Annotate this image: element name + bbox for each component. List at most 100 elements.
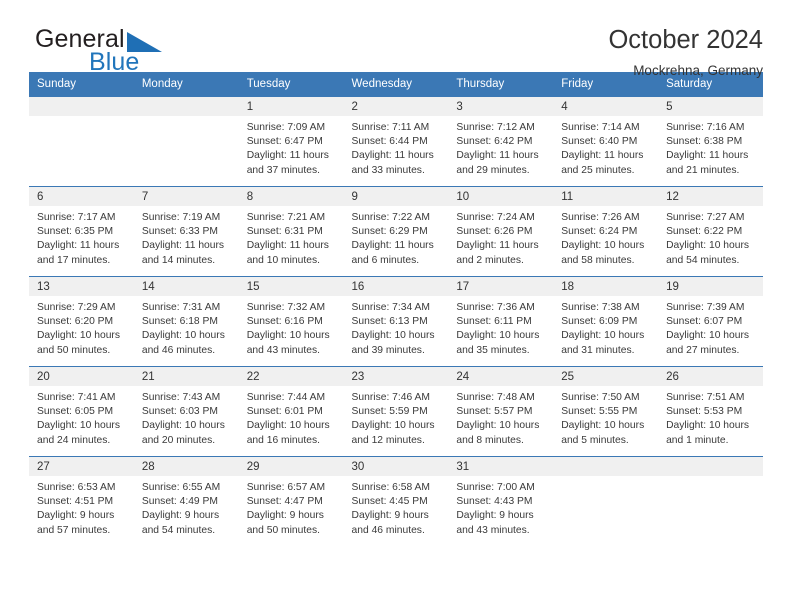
day-number: 16 xyxy=(343,277,449,296)
calendar-day-cell[interactable]: 29 Sunrise: 6:57 AM Sunset: 4:47 PM Dayligh… xyxy=(238,456,344,547)
generalblue-logo: General Blue xyxy=(29,24,209,76)
calendar-day-cell[interactable]: 9 Sunrise: 7:22 AM Sunset: 6:29 PM Daylight… xyxy=(343,186,449,277)
daylight-duration-line2: and 37 minutes. xyxy=(246,164,320,176)
sunrise-time: Sunrise: 7:19 AM xyxy=(141,212,221,223)
calendar-day-cell[interactable]: 10 Sunrise: 7:24 AM Sunset: 6:26 PM Dayligh… xyxy=(448,186,554,277)
sunset-time: Sunset: 4:47 PM xyxy=(246,496,323,508)
day-number: 17 xyxy=(448,277,554,296)
daylight-duration-line1: Daylight: 10 hours xyxy=(561,330,645,342)
calendar-day-cell[interactable]: 13 Sunrise: 7:29 AM Sunset: 6:20 PM Dayligh… xyxy=(29,276,134,367)
daylight-duration-line2: and 57 minutes. xyxy=(37,524,111,536)
calendar-day-cell[interactable]: 2 Sunrise: 7:11 AM Sunset: 6:44 PM Daylight… xyxy=(343,96,449,187)
calendar-day-cell[interactable]: 27 Sunrise: 6:53 AM Sunset: 4:51 PM Dayligh… xyxy=(29,456,134,547)
sunrise-time: Sunrise: 7:48 AM xyxy=(456,392,535,403)
sunrise-time: Sunrise: 7:41 AM xyxy=(37,392,116,403)
calendar-day-cell[interactable]: 3 Sunrise: 7:12 AM Sunset: 6:42 PM Daylight… xyxy=(448,96,554,187)
calendar-day-cell[interactable]: 23 Sunrise: 7:46 AM Sunset: 5:59 PM Dayligh… xyxy=(343,366,449,457)
calendar-day-cell[interactable]: 31 Sunrise: 7:00 AM Sunset: 4:43 PM Dayligh… xyxy=(448,456,554,547)
sunrise-time: Sunrise: 7:31 AM xyxy=(141,302,221,313)
calendar-day-cell[interactable]: 5 Sunrise: 7:16 AM Sunset: 6:38 PM Daylight… xyxy=(658,96,763,187)
calendar-day-cell[interactable]: 7 Sunrise: 7:19 AM Sunset: 6:33 PM Daylight… xyxy=(133,186,239,277)
daylight-duration-line2: and 29 minutes. xyxy=(456,164,530,176)
calendar-day-cell[interactable]: 14 Sunrise: 7:31 AM Sunset: 6:18 PM Dayligh… xyxy=(133,276,239,367)
day-details: Sunrise: 7:38 AM Sunset: 6:09 PM Daylight:… xyxy=(553,296,658,358)
daylight-duration-line2: and 17 minutes. xyxy=(37,254,111,266)
day-details: Sunrise: 7:36 AM Sunset: 6:11 PM Daylight:… xyxy=(448,296,553,358)
day-number: 7 xyxy=(133,187,239,206)
daylight-duration-line2: and 1 minute. xyxy=(666,434,729,446)
calendar-day-cell[interactable]: 24 Sunrise: 7:48 AM Sunset: 5:57 PM Dayligh… xyxy=(448,366,554,457)
daylight-duration-line1: Daylight: 10 hours xyxy=(666,420,750,432)
day-number xyxy=(133,97,239,116)
daylight-duration-line2: and 25 minutes. xyxy=(561,164,635,176)
day-number xyxy=(658,457,763,476)
calendar-day-cell[interactable]: 19 Sunrise: 7:39 AM Sunset: 6:07 PM Dayligh… xyxy=(658,276,763,367)
sunset-time: Sunset: 6:40 PM xyxy=(561,136,638,148)
day-details: Sunrise: 7:16 AM Sunset: 6:38 PM Daylight:… xyxy=(658,116,763,178)
day-details: Sunrise: 7:19 AM Sunset: 6:33 PM Daylight:… xyxy=(134,206,239,268)
day-details: Sunrise: 7:24 AM Sunset: 6:26 PM Daylight:… xyxy=(448,206,553,268)
day-details: Sunrise: 7:43 AM Sunset: 6:03 PM Daylight:… xyxy=(134,386,239,448)
sunrise-time: Sunrise: 6:55 AM xyxy=(141,482,221,493)
daylight-duration-line1: Daylight: 9 hours xyxy=(141,510,220,522)
sunrise-time: Sunrise: 7:22 AM xyxy=(351,212,430,223)
day-details: Sunrise: 7:22 AM Sunset: 6:29 PM Daylight:… xyxy=(344,206,449,268)
calendar-day-cell[interactable]: 6 Sunrise: 7:17 AM Sunset: 6:35 PM Daylight… xyxy=(29,186,134,277)
sunset-time: Sunset: 6:16 PM xyxy=(246,316,323,328)
calendar-day-cell[interactable]: 18 Sunrise: 7:38 AM Sunset: 6:09 PM Dayligh… xyxy=(553,276,659,367)
daylight-duration-line2: and 54 minutes. xyxy=(141,524,216,536)
daylight-duration-line1: Daylight: 9 hours xyxy=(37,510,115,522)
calendar-day-cell[interactable]: 22 Sunrise: 7:44 AM Sunset: 6:01 PM Dayligh… xyxy=(238,366,344,457)
calendar-day-cell[interactable]: 8 Sunrise: 7:21 AM Sunset: 6:31 PM Daylight… xyxy=(238,186,344,277)
sunrise-time: Sunrise: 7:17 AM xyxy=(37,212,116,223)
day-number: 13 xyxy=(29,277,134,296)
daylight-duration-line2: and 10 minutes. xyxy=(246,254,320,266)
sunrise-time: Sunrise: 7:51 AM xyxy=(666,392,745,403)
calendar-day-cell[interactable]: 15 Sunrise: 7:32 AM Sunset: 6:16 PM Dayligh… xyxy=(238,276,344,367)
sunrise-time: Sunrise: 6:53 AM xyxy=(37,482,116,493)
daylight-duration-line1: Daylight: 11 hours xyxy=(666,150,749,162)
sunset-time: Sunset: 6:11 PM xyxy=(456,316,532,328)
calendar-day-cell[interactable]: 25 Sunrise: 7:50 AM Sunset: 5:55 PM Dayligh… xyxy=(553,366,659,457)
sunset-time: Sunset: 6:20 PM xyxy=(37,316,114,328)
daylight-duration-line2: and 24 minutes. xyxy=(37,434,111,446)
weekday-header-wednesday: Wednesday xyxy=(343,72,449,97)
daylight-duration-line2: and 6 minutes. xyxy=(351,254,420,266)
day-number: 29 xyxy=(238,457,344,476)
day-number: 4 xyxy=(553,97,659,116)
day-number: 2 xyxy=(343,97,449,116)
calendar-day-cell[interactable]: 4 Sunrise: 7:14 AM Sunset: 6:40 PM Daylight… xyxy=(553,96,659,187)
day-details: Sunrise: 7:14 AM Sunset: 6:40 PM Daylight:… xyxy=(553,116,658,178)
daylight-duration-line1: Daylight: 10 hours xyxy=(666,330,750,342)
sunset-time: Sunset: 6:18 PM xyxy=(141,316,218,328)
daylight-duration-line2: and 21 minutes. xyxy=(666,164,740,176)
daylight-duration-line2: and 50 minutes. xyxy=(37,344,111,356)
calendar-week-row: 13 Sunrise: 7:29 AM Sunset: 6:20 PM Dayligh… xyxy=(29,276,763,367)
calendar-day-cell[interactable]: 11 Sunrise: 7:26 AM Sunset: 6:24 PM Dayligh… xyxy=(553,186,659,277)
sunrise-time: Sunrise: 7:38 AM xyxy=(561,302,640,313)
day-number: 30 xyxy=(343,457,449,476)
day-details: Sunrise: 6:55 AM Sunset: 4:49 PM Daylight:… xyxy=(134,476,239,538)
calendar-day-cell[interactable]: 26 Sunrise: 7:51 AM Sunset: 5:53 PM Dayligh… xyxy=(658,366,763,457)
calendar-day-cell[interactable]: 1 Sunrise: 7:09 AM Sunset: 6:47 PM Daylight… xyxy=(238,96,344,187)
daylight-duration-line1: Daylight: 10 hours xyxy=(246,420,330,432)
sunrise-time: Sunrise: 7:29 AM xyxy=(37,302,116,313)
daylight-duration-line2: and 39 minutes. xyxy=(351,344,425,356)
daylight-duration-line1: Daylight: 11 hours xyxy=(141,240,225,252)
calendar-day-cell[interactable]: 17 Sunrise: 7:36 AM Sunset: 6:11 PM Dayligh… xyxy=(448,276,554,367)
calendar-day-cell[interactable]: 20 Sunrise: 7:41 AM Sunset: 6:05 PM Dayligh… xyxy=(29,366,134,457)
calendar-day-cell[interactable]: 12 Sunrise: 7:27 AM Sunset: 6:22 PM Dayligh… xyxy=(658,186,763,277)
day-number: 31 xyxy=(448,457,554,476)
day-number: 24 xyxy=(448,367,554,386)
calendar-day-cell-empty xyxy=(553,456,659,547)
calendar-body: 1 Sunrise: 7:09 AM Sunset: 6:47 PM Daylight… xyxy=(29,96,763,547)
sunset-time: Sunset: 4:43 PM xyxy=(456,496,533,508)
sunset-time: Sunset: 4:45 PM xyxy=(351,496,428,508)
day-details: Sunrise: 7:11 AM Sunset: 6:44 PM Daylight:… xyxy=(344,116,449,178)
calendar-day-cell[interactable]: 30 Sunrise: 6:58 AM Sunset: 4:45 PM Dayligh… xyxy=(343,456,449,547)
sunset-time: Sunset: 6:29 PM xyxy=(351,226,428,238)
calendar-day-cell[interactable]: 21 Sunrise: 7:43 AM Sunset: 6:03 PM Dayligh… xyxy=(133,366,239,457)
daylight-duration-line2: and 16 minutes. xyxy=(246,434,320,446)
calendar-day-cell[interactable]: 16 Sunrise: 7:34 AM Sunset: 6:13 PM Dayligh… xyxy=(343,276,449,367)
calendar-day-cell[interactable]: 28 Sunrise: 6:55 AM Sunset: 4:49 PM Dayligh… xyxy=(133,456,239,547)
